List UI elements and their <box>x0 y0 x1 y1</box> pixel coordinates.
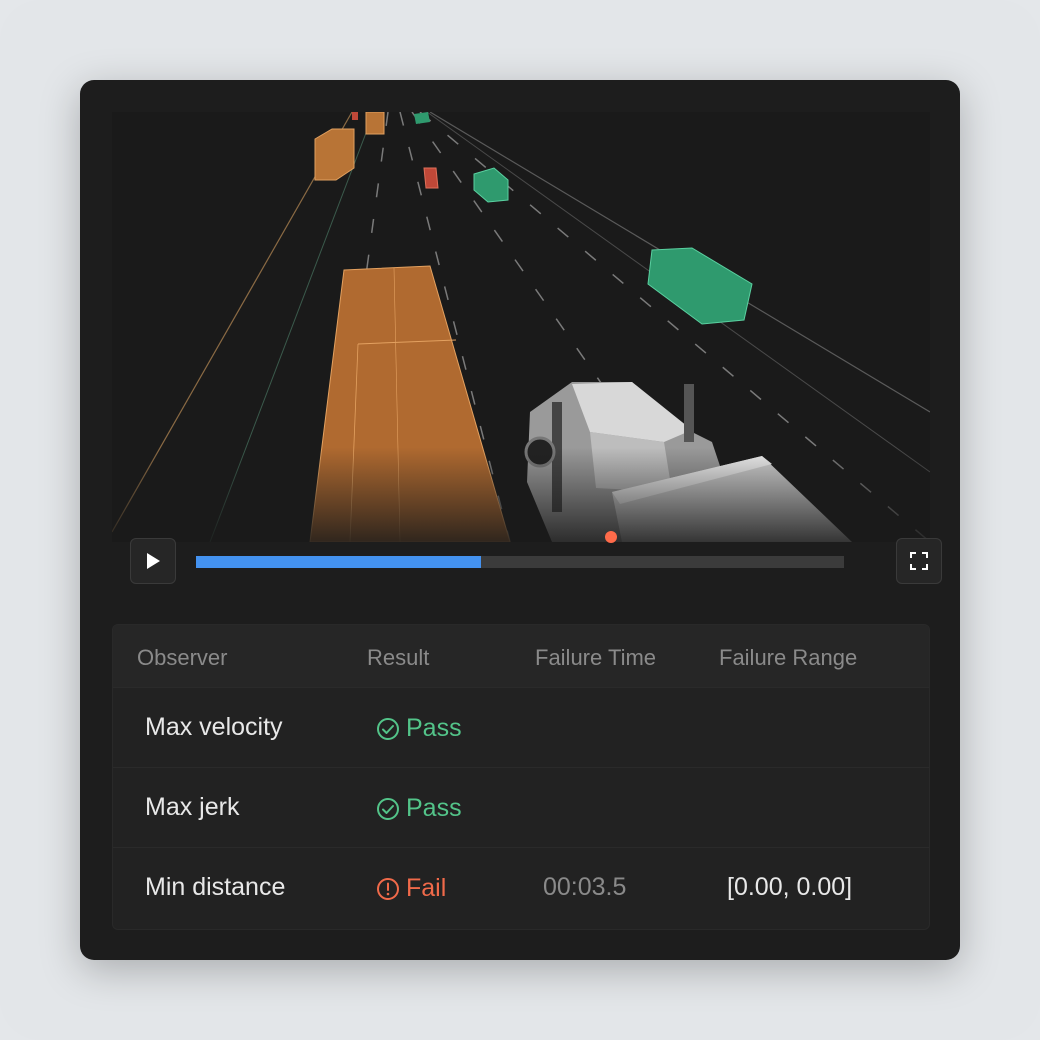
result-badge: Pass <box>376 794 462 823</box>
failure-event-marker[interactable] <box>604 531 617 543</box>
check-circle-icon <box>377 797 399 820</box>
failure-time: 00:03.5 <box>543 873 627 901</box>
result-label: Pass <box>406 794 462 822</box>
playback-controls <box>130 531 942 586</box>
table-row[interactable]: Min distance Fail 00:03.5 [0.00, 0.00] <box>113 847 929 928</box>
alert-circle-icon <box>377 877 399 900</box>
simulation-card: Observer Result Failure Time Failure Ran… <box>80 80 960 960</box>
header-result: Result <box>367 645 430 670</box>
timeline-track[interactable] <box>196 556 844 568</box>
background-frame: Observer Result Failure Time Failure Ran… <box>0 0 1040 1040</box>
fullscreen-icon <box>910 552 928 570</box>
fullscreen-button[interactable] <box>896 538 942 584</box>
header-failure-time: Failure Time <box>535 645 657 670</box>
table-header: Observer Result Failure Time Failure Ran… <box>113 625 929 687</box>
observer-results-table: Observer Result Failure Time Failure Ran… <box>112 624 930 930</box>
result-label: Pass <box>406 714 462 742</box>
timeline-progress <box>196 556 482 568</box>
result-badge: Pass <box>376 714 462 743</box>
table-row[interactable]: Max jerk Pass <box>113 767 929 848</box>
road-scene <box>112 112 930 542</box>
observer-name: Max jerk <box>145 793 240 821</box>
3d-scene-viewport[interactable] <box>112 112 930 542</box>
table-row[interactable]: Max velocity Pass <box>113 687 929 768</box>
play-icon <box>147 553 160 569</box>
failure-range: [0.00, 0.00] <box>727 873 853 901</box>
play-button[interactable] <box>130 538 176 584</box>
observer-name: Max velocity <box>145 713 283 741</box>
observer-name: Min distance <box>145 873 286 901</box>
result-label: Fail <box>406 874 447 902</box>
check-circle-icon <box>377 717 399 740</box>
header-observer: Observer <box>137 645 228 670</box>
header-failure-range: Failure Range <box>719 645 858 670</box>
result-badge: Fail <box>376 874 446 903</box>
